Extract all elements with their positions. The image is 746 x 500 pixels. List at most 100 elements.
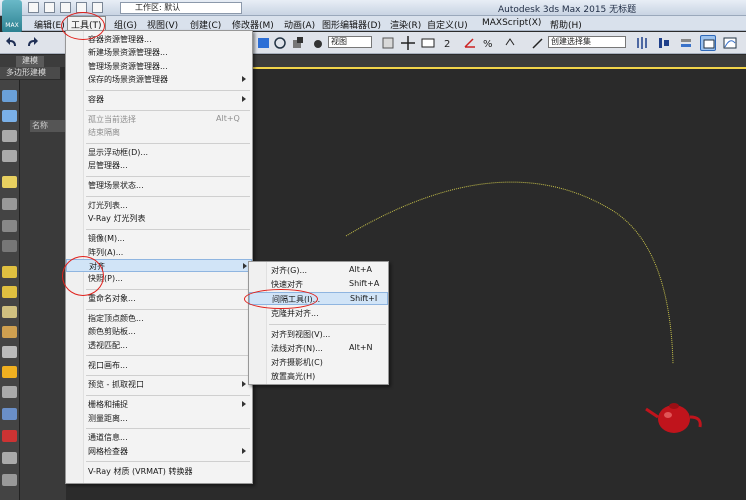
- menu-edit[interactable]: 编辑(E): [34, 18, 65, 31]
- tools-menu-item-label: 管理场景资源管理器...: [88, 61, 168, 71]
- teapot-icon[interactable]: [2, 386, 17, 398]
- polygon-modeling-tab[interactable]: 多边形建模: [0, 67, 60, 79]
- menu-rendering[interactable]: 渲染(R): [390, 18, 421, 31]
- angle-snap-icon[interactable]: [462, 35, 478, 51]
- tools-menu-item-5[interactable]: 容器: [66, 93, 252, 106]
- align-submenu-item-5[interactable]: 对齐到视图(V)...: [249, 328, 388, 341]
- arc-spline[interactable]: [345, 181, 674, 365]
- menu-separator: [86, 308, 250, 310]
- move-icon[interactable]: [400, 35, 416, 51]
- display-icon[interactable]: [2, 90, 17, 102]
- tools-menu-item-label: 快照(P)...: [88, 274, 123, 284]
- align-submenu-item-label: 法线对齐(N)...: [271, 344, 323, 353]
- tools-menu-item-11[interactable]: 层管理器...: [66, 159, 252, 172]
- reference-coord-select[interactable]: 视图: [328, 36, 372, 48]
- redo-icon[interactable]: [24, 35, 40, 51]
- tools-menu-item-36[interactable]: 通道信息...: [66, 431, 252, 444]
- tools-menu-item-15[interactable]: 灯光列表...: [66, 199, 252, 212]
- particle-icon[interactable]: [2, 408, 17, 420]
- dynamics-icon[interactable]: [2, 430, 17, 442]
- camera-icon[interactable]: [2, 198, 17, 210]
- curve-editor-icon[interactable]: [722, 35, 738, 51]
- undo-icon[interactable]: [4, 35, 20, 51]
- new-file-icon[interactable]: [28, 2, 39, 13]
- logo-text: MAX: [5, 22, 19, 29]
- list-icon[interactable]: [2, 130, 17, 142]
- scale-icon[interactable]: [290, 35, 306, 51]
- align-submenu-item-7[interactable]: 对齐摄影机(C): [249, 356, 388, 369]
- percent-snap-icon[interactable]: %: [482, 35, 498, 51]
- light-icon[interactable]: [2, 176, 17, 188]
- tools-menu-item-label: 管理场景状态...: [88, 181, 144, 191]
- tools-menu-item-label: V-Ray 材质 (VRMAT) 转换器: [88, 466, 193, 476]
- menu-maxscript[interactable]: MAXScript(X): [482, 18, 541, 28]
- align-submenu-item-6[interactable]: 法线对齐(N)... Alt+N: [249, 342, 388, 355]
- align-submenu-item-0[interactable]: 对齐(G)... Alt+A: [249, 264, 388, 277]
- box-icon[interactable]: [2, 266, 17, 278]
- app-logo-button[interactable]: MAX: [2, 0, 22, 33]
- cylinder-icon[interactable]: [2, 306, 17, 318]
- align-submenu-item-1[interactable]: 快速对齐 Shift+A: [249, 278, 388, 291]
- open-file-icon[interactable]: [44, 2, 55, 13]
- sun-icon[interactable]: [2, 366, 17, 378]
- menu-graph-editors[interactable]: 图形编辑器(D): [322, 18, 381, 31]
- ribbon-tab-label: 建模: [22, 56, 38, 65]
- tools-menu-item-1[interactable]: 新建场景资源管理器...: [66, 46, 252, 59]
- save-file-icon[interactable]: [60, 2, 71, 13]
- graphite-tools-icon[interactable]: [700, 35, 716, 51]
- ribbon-tab-modeling[interactable]: 建模: [16, 56, 44, 67]
- filter-icon[interactable]: [2, 110, 17, 122]
- teapot-object[interactable]: [645, 403, 702, 433]
- tools-menu-item-23[interactable]: 重命名对象...: [66, 292, 252, 305]
- pivot-center-icon[interactable]: [380, 35, 396, 51]
- tools-menu-item-18[interactable]: 镜像(M)...: [66, 232, 252, 245]
- tools-menu-item-2[interactable]: 管理场景资源管理器...: [66, 60, 252, 73]
- snap-2-5d-icon[interactable]: 2: [442, 35, 458, 51]
- menu-animation[interactable]: 动画(A): [284, 18, 315, 31]
- tools-menu-item-25[interactable]: 指定顶点颜色...: [66, 312, 252, 325]
- redo-quick-icon[interactable]: [92, 2, 103, 13]
- tools-menu-item-19[interactable]: 阵列(A)...: [66, 246, 252, 259]
- spinner-snap-icon[interactable]: [502, 35, 518, 51]
- tools-menu-item-37[interactable]: 网格检查器: [66, 445, 252, 458]
- tools-menu-item-26[interactable]: 颜色剪贴板...: [66, 325, 252, 338]
- tools-menu-item-39[interactable]: V-Ray 材质 (VRMAT) 转换器: [66, 465, 252, 478]
- mirror-icon[interactable]: [634, 35, 650, 51]
- tools-menu-item-31[interactable]: 预览 - 抓取视口: [66, 378, 252, 391]
- spacewarp-icon[interactable]: [2, 240, 17, 252]
- layer-manager-icon[interactable]: [678, 35, 694, 51]
- workspace-dropdown[interactable]: 工作区: 默认: [120, 2, 242, 14]
- helper-icon[interactable]: [2, 220, 17, 232]
- tools-menu-item-13[interactable]: 管理场景状态...: [66, 179, 252, 192]
- sphere-icon[interactable]: [2, 286, 17, 298]
- tools-menu-item-27[interactable]: 透视匹配...: [66, 339, 252, 352]
- tools-menu-item-29[interactable]: 视口画布...: [66, 359, 252, 372]
- compound-icon[interactable]: [2, 474, 17, 486]
- cone-icon[interactable]: [2, 346, 17, 358]
- rotate-icon[interactable]: [272, 35, 288, 51]
- tools-menu-item-33[interactable]: 栅格和捕捉: [66, 398, 252, 411]
- edit-named-selection-icon[interactable]: [530, 35, 546, 51]
- hierarchy-icon[interactable]: [2, 150, 17, 162]
- place-icon[interactable]: [310, 35, 326, 51]
- name-column-header[interactable]: 名称: [30, 120, 66, 132]
- align-icon[interactable]: [656, 35, 672, 51]
- align-submenu-item-8[interactable]: 放置高光(H): [249, 370, 388, 383]
- shape-icon[interactable]: [2, 452, 17, 464]
- align-submenu-item-2[interactable]: 间隔工具(I)... Shift+I: [249, 292, 388, 306]
- tools-menu-item-10[interactable]: 显示浮动框(D)...: [66, 146, 252, 159]
- tools-menu-item-3[interactable]: 保存的场景资源管理器: [66, 73, 252, 86]
- tools-menu-item-0[interactable]: 容器资源管理器...: [66, 33, 252, 46]
- align-submenu-item-3[interactable]: 克隆并对齐...: [249, 307, 388, 320]
- undo-quick-icon[interactable]: [76, 2, 87, 13]
- tools-menu-item-34[interactable]: 测量距离...: [66, 412, 252, 425]
- menu-help[interactable]: 帮助(H): [550, 18, 582, 31]
- tools-menu-item-16[interactable]: V-Ray 灯光列表: [66, 212, 252, 225]
- named-selection-set-select[interactable]: 创建选择集: [548, 36, 626, 48]
- keyboard-shortcut-icon[interactable]: [420, 35, 436, 51]
- torus-icon[interactable]: [2, 326, 17, 338]
- select-region-icon[interactable]: [256, 35, 272, 51]
- tools-menu-item-21[interactable]: 快照(P)...: [66, 272, 252, 285]
- tools-menu-item-20[interactable]: 对齐: [66, 259, 252, 272]
- menu-customize[interactable]: 自定义(U): [427, 18, 468, 31]
